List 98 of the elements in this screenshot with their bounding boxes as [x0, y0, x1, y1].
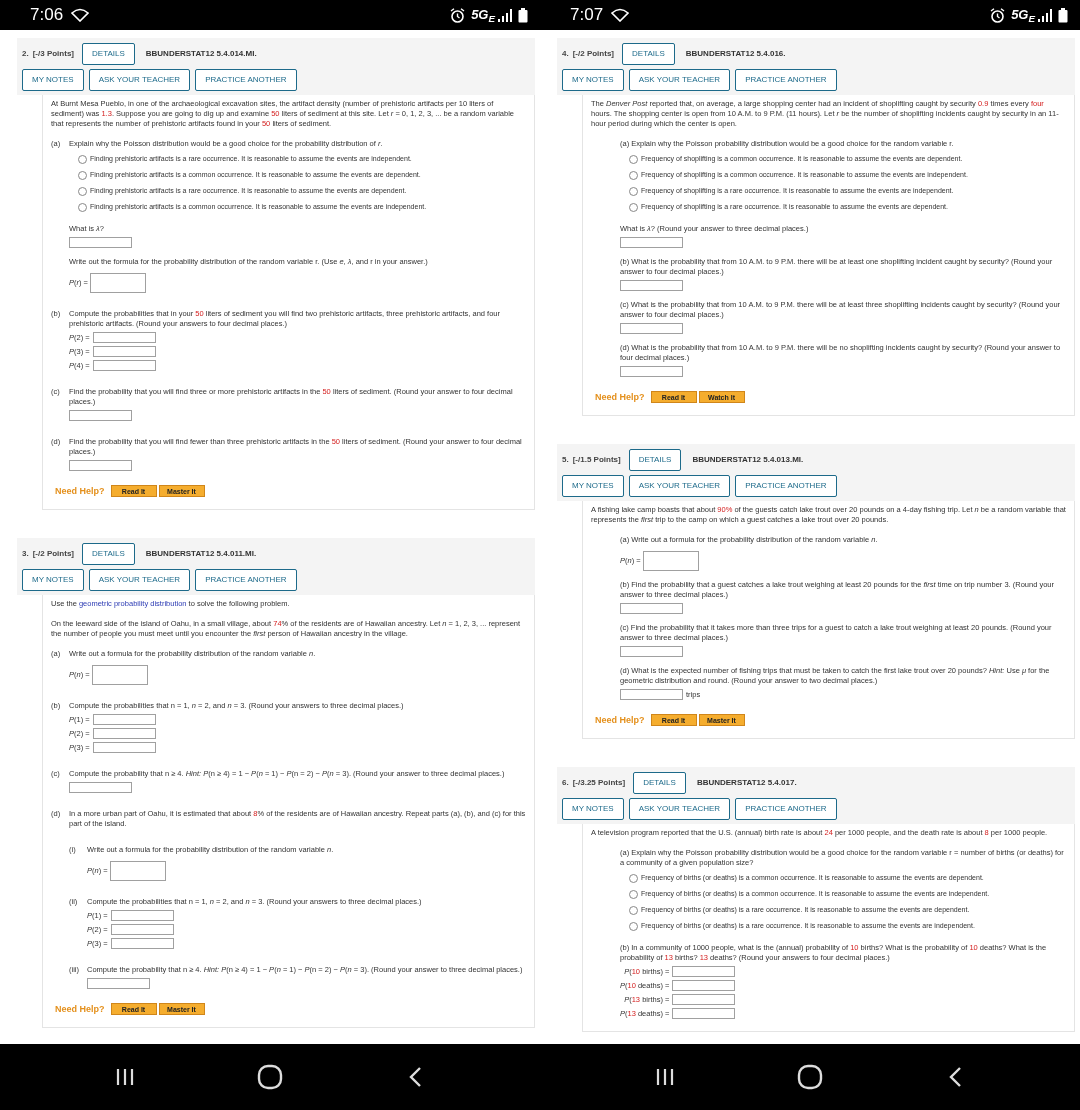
back-icon: [408, 1066, 422, 1088]
action-button[interactable]: MY NOTES: [562, 475, 624, 497]
answer-field[interactable]: [620, 689, 683, 700]
problem-code: BBUNDERSTAT12 5.4.016.: [685, 48, 786, 60]
answer-field[interactable]: [620, 323, 683, 334]
radio-button[interactable]: [629, 889, 638, 899]
answer-field[interactable]: [620, 237, 683, 248]
action-button[interactable]: PRACTICE ANOTHER: [735, 69, 837, 91]
answer-field[interactable]: [87, 978, 150, 989]
action-button[interactable]: MY NOTES: [562, 798, 624, 820]
recent-apps-icon: [115, 1067, 135, 1087]
home-icon: [797, 1064, 823, 1090]
answer-field[interactable]: [109, 861, 166, 881]
answer-field[interactable]: [110, 924, 174, 935]
alarm-icon: [450, 7, 466, 23]
question-number: 3.: [22, 548, 29, 560]
signal-icon: [1037, 8, 1053, 22]
action-button[interactable]: MY NOTES: [22, 569, 84, 591]
action-button[interactable]: ASK YOUR TEACHER: [628, 69, 731, 91]
points-label: [-/2 Points]: [32, 548, 74, 560]
answer-field[interactable]: [110, 938, 174, 949]
answer-field[interactable]: [92, 728, 156, 739]
answer-field[interactable]: [110, 910, 174, 921]
problem-code: BBUNDERSTAT12 5.4.014.MI.: [145, 48, 257, 60]
problem-code: BBUNDERSTAT12 5.4.011.MI.: [145, 548, 257, 560]
need-help-label: Need Help?: [55, 1004, 105, 1014]
problem-code: BBUNDERSTAT12 5.4.013.MI.: [692, 454, 804, 466]
back-icon: [948, 1066, 962, 1088]
action-button[interactable]: PRACTICE ANOTHER: [195, 569, 297, 591]
action-button[interactable]: ASK YOUR TEACHER: [628, 475, 731, 497]
action-button[interactable]: ASK YOUR TEACHER: [628, 798, 731, 820]
radio-button[interactable]: [78, 170, 87, 180]
answer-field[interactable]: [672, 980, 736, 991]
answer-field[interactable]: [69, 460, 132, 471]
radio-button[interactable]: [629, 905, 638, 915]
radio-button[interactable]: [78, 186, 87, 196]
battery-icon: [518, 7, 528, 23]
points-label: [-/3 Points]: [32, 48, 74, 60]
battery-icon: [1058, 7, 1068, 23]
radio-button[interactable]: [629, 921, 638, 931]
answer-field[interactable]: [672, 1008, 736, 1019]
answer-field[interactable]: [672, 966, 736, 977]
points-label: [-/3.25 Points]: [572, 777, 626, 789]
action-button[interactable]: MY NOTES: [562, 69, 624, 91]
wifi-icon: [71, 8, 90, 22]
answer-field[interactable]: [69, 237, 132, 248]
details-button[interactable]: DETAILS: [82, 43, 135, 65]
points-label: [-/1.5 Points]: [572, 454, 621, 466]
need-help-label: Need Help?: [595, 392, 645, 402]
answer-field[interactable]: [620, 603, 683, 614]
signal-icon: [497, 8, 513, 22]
network-label: 5G$_{E}$: [471, 6, 495, 25]
details-button[interactable]: DETAILS: [82, 543, 135, 565]
answer-field[interactable]: [91, 665, 148, 685]
answer-field[interactable]: [92, 346, 156, 357]
answer-field[interactable]: [92, 360, 156, 371]
question-number: 4.: [562, 48, 569, 60]
action-button[interactable]: ASK YOUR TEACHER: [88, 569, 191, 591]
question-number: 2.: [22, 48, 29, 60]
need-help-label: Need Help?: [595, 715, 645, 725]
radio-button[interactable]: [629, 202, 638, 212]
need-help-label: Need Help?: [55, 486, 105, 496]
status-time: 7:06: [30, 4, 64, 27]
radio-button[interactable]: [629, 186, 638, 196]
details-button[interactable]: DETAILS: [628, 449, 682, 471]
wifi-icon: [611, 8, 630, 22]
answer-field[interactable]: [92, 714, 156, 725]
answer-field[interactable]: [672, 994, 736, 1005]
action-button[interactable]: ASK YOUR TEACHER: [88, 69, 191, 91]
radio-button[interactable]: [629, 170, 638, 180]
radio-button[interactable]: [78, 154, 87, 164]
action-button[interactable]: PRACTICE ANOTHER: [195, 69, 297, 91]
answer-field[interactable]: [92, 332, 156, 343]
answer-field[interactable]: [642, 551, 699, 571]
alarm-icon: [990, 7, 1006, 23]
action-button[interactable]: MY NOTES: [22, 69, 84, 91]
action-button[interactable]: PRACTICE ANOTHER: [735, 475, 837, 497]
answer-field[interactable]: [620, 646, 683, 657]
question-number: 6.: [562, 777, 569, 789]
radio-button[interactable]: [629, 873, 638, 883]
action-button[interactable]: PRACTICE ANOTHER: [735, 798, 837, 820]
radio-button[interactable]: [629, 154, 638, 164]
problem-code: BBUNDERSTAT12 5.4.017.: [696, 777, 797, 789]
radio-button[interactable]: [78, 202, 87, 212]
answer-field[interactable]: [90, 273, 146, 293]
answer-field[interactable]: [92, 742, 156, 753]
details-button[interactable]: DETAILS: [633, 772, 686, 794]
answer-field[interactable]: [620, 366, 683, 377]
points-label: [-/2 Points]: [572, 48, 614, 60]
details-button[interactable]: DETAILS: [622, 43, 675, 65]
recent-apps-icon: [655, 1067, 675, 1087]
answer-field[interactable]: [69, 410, 132, 421]
network-label: 5G$_{E}$: [1011, 6, 1035, 25]
question-number: 5.: [562, 454, 569, 466]
home-icon: [257, 1064, 283, 1090]
answer-field[interactable]: [620, 280, 683, 291]
status-time: 7:07: [570, 4, 604, 27]
answer-field[interactable]: [69, 782, 132, 793]
